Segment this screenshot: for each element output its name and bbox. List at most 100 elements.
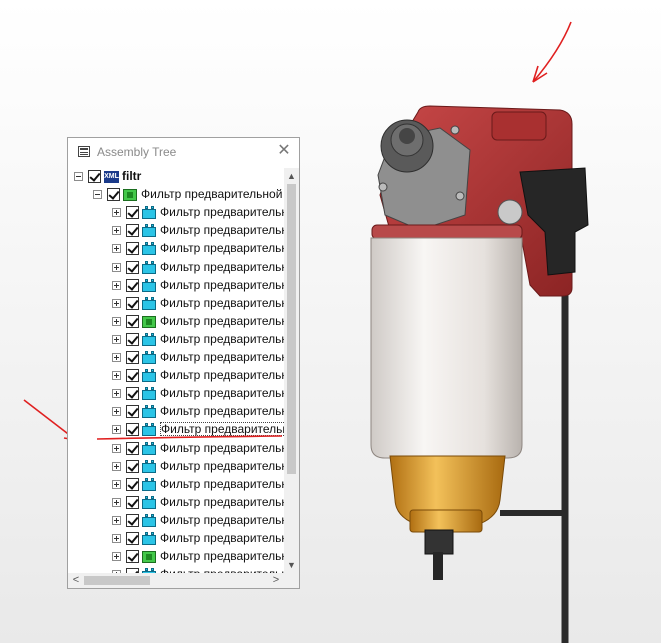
tree-node-label: Фильтр предварительн <box>160 440 284 455</box>
scroll-right-button[interactable]: > <box>270 573 282 588</box>
assembly-icon <box>123 189 137 202</box>
expand-toggle[interactable] <box>112 280 121 290</box>
visibility-checkbox[interactable] <box>126 405 139 419</box>
tree-node-label: Фильтр предварительн <box>160 549 284 564</box>
part-icon <box>142 441 156 455</box>
horizontal-scrollbar[interactable]: < > <box>68 573 284 588</box>
visibility-checkbox[interactable] <box>126 477 139 491</box>
vertical-scroll-thumb[interactable] <box>287 184 296 474</box>
tree-node-label: Фильтр предварительн <box>160 350 284 364</box>
tree-node-label: Фильтр предварительн <box>160 422 284 437</box>
tree-node-label: filtr <box>122 169 142 183</box>
tree-node-label: Фильтр предварительн <box>160 476 284 491</box>
expand-toggle[interactable] <box>112 334 121 344</box>
expand-toggle[interactable] <box>112 497 121 507</box>
annotation-arrow-top <box>532 21 572 83</box>
part-icon <box>142 423 156 437</box>
scroll-up-button[interactable]: ▲ <box>284 170 299 182</box>
tree-node-label: Фильтр предварительн <box>160 458 284 473</box>
part-icon <box>142 477 156 491</box>
expand-toggle[interactable] <box>112 534 121 543</box>
tree-node-label: Фильтр предварительн <box>160 259 284 274</box>
panel-titlebar[interactable]: Assembly Tree ✕ <box>68 138 299 166</box>
tree-view-icon <box>78 146 90 157</box>
visibility-checkbox[interactable] <box>126 423 139 437</box>
assembly-icon <box>142 551 156 564</box>
visibility-checkbox[interactable] <box>126 206 139 220</box>
expand-toggle[interactable] <box>112 425 121 435</box>
part-icon <box>142 513 156 527</box>
part-icon <box>142 332 156 346</box>
part-icon <box>142 369 156 383</box>
tree-node-label: Фильтр предварительн <box>160 404 284 419</box>
visibility-checkbox[interactable] <box>126 369 139 383</box>
tree-node-label: Фильтр предварительн <box>160 531 284 545</box>
part-icon <box>142 224 156 238</box>
scroll-down-button[interactable]: ▼ <box>284 559 299 571</box>
horizontal-scroll-thumb[interactable] <box>84 576 150 585</box>
tree-node-label: Фильтр предварительн <box>160 277 284 292</box>
expand-toggle[interactable] <box>112 298 121 308</box>
tree-node-label: Фильтр предварительн <box>160 368 284 383</box>
part-icon <box>142 532 156 545</box>
visibility-checkbox[interactable] <box>107 188 120 202</box>
expand-toggle[interactable] <box>112 461 121 471</box>
collapse-toggle[interactable] <box>74 172 83 181</box>
tree-node-label: Фильтр предварительн <box>160 331 284 346</box>
visibility-checkbox[interactable] <box>126 332 139 346</box>
tree-node-label: Фильтр предварительн <box>160 295 284 310</box>
scroll-left-button[interactable]: < <box>70 573 82 588</box>
expand-toggle[interactable] <box>112 371 121 381</box>
part-icon <box>142 296 156 310</box>
visibility-checkbox[interactable] <box>126 513 139 527</box>
expand-toggle[interactable] <box>112 353 121 362</box>
xml-icon: XML <box>104 171 119 183</box>
visibility-checkbox[interactable] <box>126 242 139 256</box>
visibility-checkbox[interactable] <box>126 387 139 401</box>
expand-toggle[interactable] <box>112 316 121 326</box>
expand-toggle[interactable] <box>112 208 121 218</box>
expand-toggle[interactable] <box>112 262 121 272</box>
visibility-checkbox[interactable] <box>126 495 139 509</box>
tree-node-label: Фильтр предварительн <box>160 512 284 527</box>
expand-toggle[interactable] <box>112 389 121 399</box>
part-icon <box>142 387 156 401</box>
visibility-checkbox[interactable] <box>126 532 139 545</box>
part-icon <box>142 206 156 220</box>
scrollbar-corner <box>284 573 299 588</box>
visibility-checkbox[interactable] <box>126 260 139 274</box>
visibility-checkbox[interactable] <box>126 314 139 328</box>
visibility-checkbox[interactable] <box>126 224 139 238</box>
vertical-scrollbar[interactable]: ▲ ▼ <box>284 168 299 573</box>
tree-node-label: Фильтр предварительн <box>160 386 284 401</box>
part-icon <box>142 260 156 274</box>
part-icon <box>142 242 156 256</box>
expand-toggle[interactable] <box>112 552 121 562</box>
collapse-toggle[interactable] <box>93 190 102 200</box>
visibility-checkbox[interactable] <box>126 351 139 364</box>
part-icon <box>142 351 156 364</box>
expand-toggle[interactable] <box>112 443 121 453</box>
tree-node-label: Фильтр предварительной <box>141 187 283 202</box>
assembly-tree-panel: Assembly Tree ✕ XML filtr Фильтр предварит… <box>67 137 300 589</box>
visibility-checkbox[interactable] <box>88 170 101 183</box>
expand-toggle[interactable] <box>112 407 121 417</box>
expand-toggle[interactable] <box>112 479 121 489</box>
tree-node-label: Фильтр предварительн <box>160 205 284 220</box>
tree-node-label: Фильтр предварительн <box>160 223 284 238</box>
visibility-checkbox[interactable] <box>126 441 139 455</box>
part-icon <box>142 405 156 419</box>
close-button[interactable]: ✕ <box>277 143 291 159</box>
expand-toggle[interactable] <box>112 515 121 525</box>
part-icon <box>142 495 156 509</box>
visibility-checkbox[interactable] <box>126 459 139 473</box>
expand-toggle[interactable] <box>112 226 121 236</box>
part-icon <box>142 459 156 473</box>
tree-node-label: Фильтр предварительн <box>160 494 284 509</box>
visibility-checkbox[interactable] <box>126 296 139 310</box>
assembly-tree: XML filtr Фильтр предварительной Фильтр пре… <box>68 168 284 573</box>
expand-toggle[interactable] <box>112 244 121 254</box>
visibility-checkbox[interactable] <box>126 550 139 564</box>
visibility-checkbox[interactable] <box>126 278 139 292</box>
panel-title: Assembly Tree <box>97 145 177 159</box>
